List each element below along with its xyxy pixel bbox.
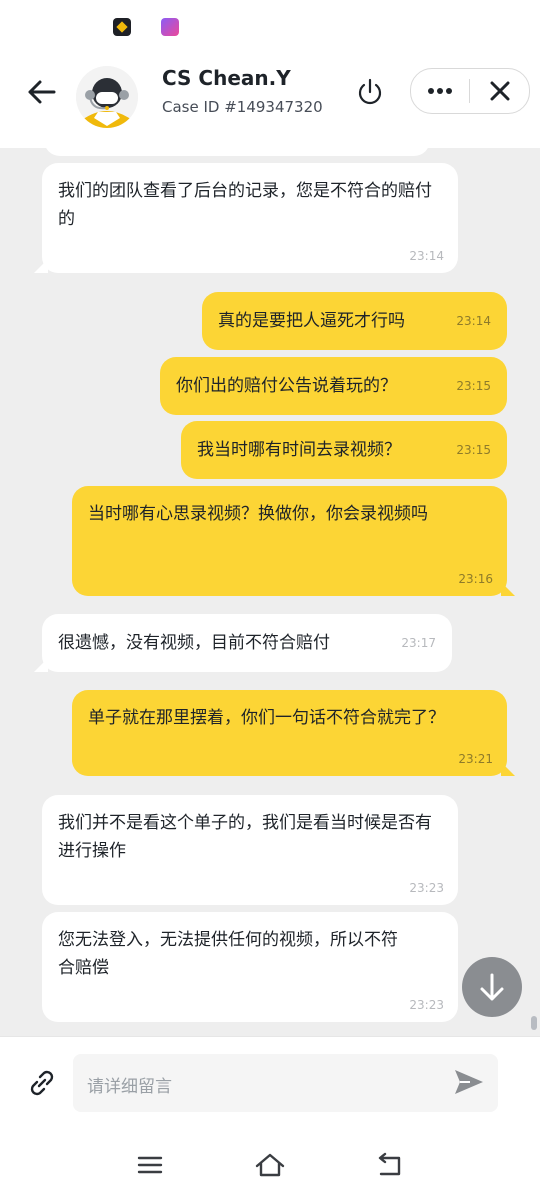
nav-home-button[interactable] — [253, 1150, 287, 1180]
power-icon — [358, 78, 382, 105]
scroll-to-bottom-button[interactable] — [462, 957, 522, 1017]
outgoing-message: 我当时哪有时间去录视频？ 23:15 — [181, 421, 507, 479]
message-time: 23:23 — [409, 998, 444, 1012]
incoming-message: 很遗憾，没有视频，目前不符合赔付 23:17 — [42, 614, 452, 672]
nav-home-icon — [255, 1153, 285, 1177]
case-id: Case ID #149347320 — [162, 98, 323, 116]
incoming-message: 我们的团队查看了后台的记录，您是不符合的赔付的 23:14 — [42, 163, 458, 273]
incoming-message: 您无法登入，无法提供任何的视频，所以不符合赔偿 23:23 — [42, 912, 458, 1022]
close-icon — [490, 81, 510, 101]
message-time: 23:15 — [456, 379, 491, 393]
binance-app-icon — [113, 18, 131, 36]
message-time: 23:17 — [401, 636, 436, 650]
more-icon — [428, 88, 452, 94]
chat-message-list[interactable]: 我们的团队查看了后台的记录，您是不符合的赔付的 23:14 真的是要把人逼死才行… — [0, 148, 540, 1036]
outgoing-message: 你们出的赔付公告说着玩的？ 23:15 — [160, 357, 507, 415]
nav-menu-icon — [137, 1156, 163, 1174]
attach-link-icon — [30, 1070, 54, 1096]
send-icon — [455, 1070, 483, 1094]
outgoing-message: 真的是要把人逼死才行吗 23:14 — [202, 292, 507, 350]
message-text: 我们并不是看这个单子的，我们是看当时候是否有进行操作 — [58, 813, 432, 861]
message-time: 23:15 — [456, 443, 491, 457]
incoming-message: 我们并不是看这个单子的，我们是看当时候是否有进行操作 23:23 — [42, 795, 458, 905]
message-input-placeholder: 请详细留言 — [87, 1077, 172, 1097]
message-text: 单子就在那里摆着，你们一句话不符合就完了？ — [88, 708, 445, 728]
system-navigation-bar — [0, 1132, 540, 1199]
message-text: 你们出的赔付公告说着玩的？ — [176, 376, 397, 396]
outgoing-message: 单子就在那里摆着，你们一句话不符合就完了？ 23:21 — [72, 690, 507, 776]
pill-divider — [469, 79, 470, 103]
message-text: 我们的团队查看了后台的记录，您是不符合的赔付的 — [58, 181, 432, 229]
header-action-pill — [410, 68, 530, 114]
status-bar — [0, 0, 540, 56]
agent-avatar — [76, 66, 138, 128]
message-input[interactable]: 请详细留言 — [73, 1054, 498, 1112]
agent-name: CS Chean.Y — [162, 66, 291, 90]
send-button[interactable] — [452, 1067, 486, 1097]
back-button[interactable] — [22, 76, 62, 108]
outgoing-message: 当时哪有心思录视频？换做你，你会录视频吗 23:16 — [72, 486, 507, 596]
nav-back-button[interactable] — [373, 1150, 407, 1180]
back-arrow-icon — [28, 80, 56, 104]
message-text: 您无法登入，无法提供任何的视频，所以不符合赔偿 — [58, 930, 398, 978]
attach-button[interactable] — [24, 1065, 60, 1101]
message-time: 23:14 — [409, 249, 444, 263]
previous-message-bubble — [44, 148, 430, 156]
nav-recents-button[interactable] — [133, 1150, 167, 1180]
message-time: 23:23 — [409, 881, 444, 895]
notification-app-icon — [161, 18, 179, 36]
message-text: 很遗憾，没有视频，目前不符合赔付 — [58, 633, 330, 653]
scroll-down-arrow-icon — [480, 973, 504, 1001]
message-text: 当时哪有心思录视频？换做你，你会录视频吗 — [88, 504, 428, 524]
message-time: 23:21 — [458, 752, 493, 766]
nav-back-icon — [378, 1152, 401, 1176]
message-time: 23:14 — [456, 314, 491, 328]
message-composer: 请详细留言 — [0, 1036, 540, 1133]
more-button[interactable] — [411, 69, 469, 113]
message-time: 23:16 — [458, 572, 493, 586]
scrollbar-thumb[interactable] — [531, 1016, 537, 1030]
chat-header: CS Chean.Y Case ID #149347320 — [0, 56, 540, 148]
close-button[interactable] — [471, 69, 529, 113]
end-chat-button[interactable] — [354, 76, 386, 108]
